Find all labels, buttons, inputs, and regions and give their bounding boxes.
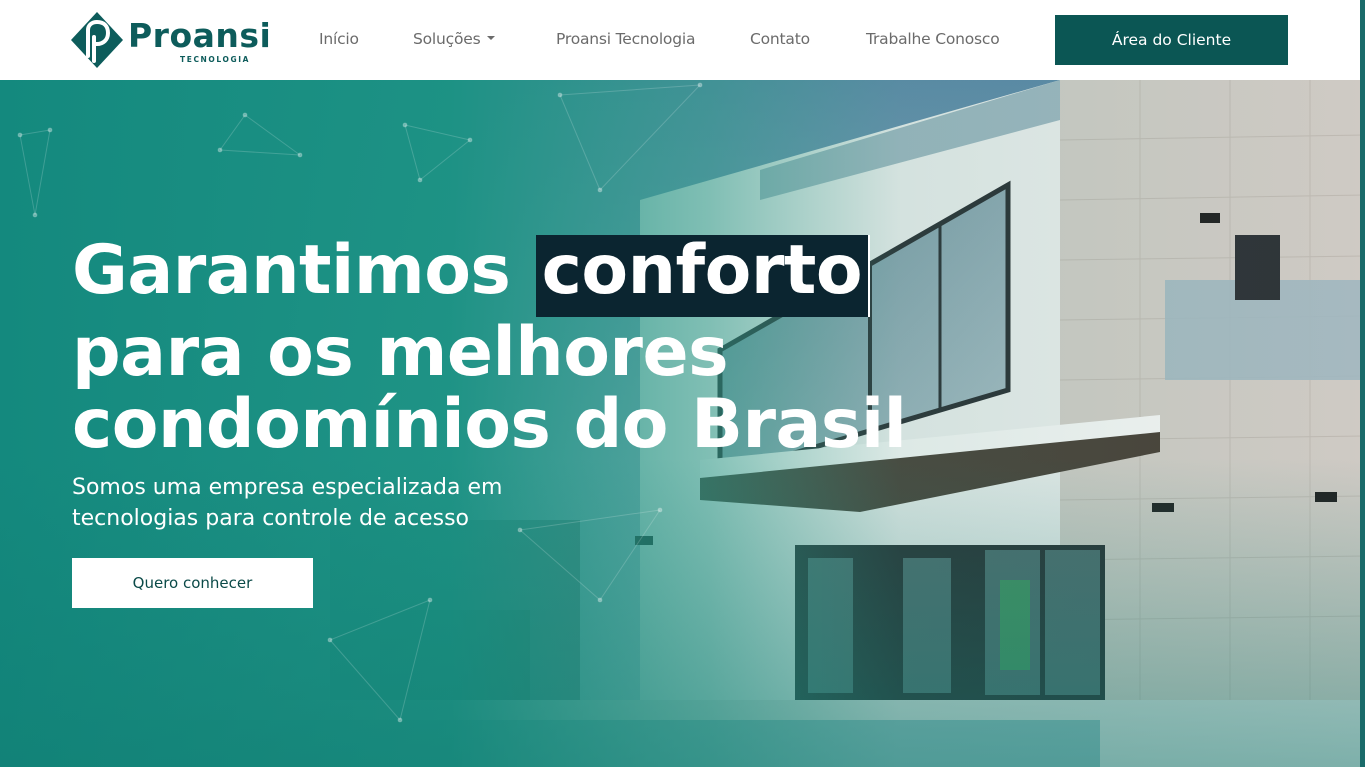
nav-item-contato[interactable]: Contato bbox=[750, 30, 810, 48]
nav-item-proansi-tecnologia[interactable]: Proansi Tecnologia bbox=[556, 30, 695, 48]
site-header: Proansi TECNOLOGIA Início Soluções Proan… bbox=[0, 0, 1365, 80]
brand-logo[interactable]: Proansi TECNOLOGIA bbox=[70, 11, 271, 69]
nav-item-solucoes[interactable]: Soluções bbox=[413, 30, 496, 48]
nav-item-label: Soluções bbox=[413, 30, 481, 48]
hero-title-line-1: Garantimos conforto bbox=[72, 235, 972, 317]
hero-title-highlight: conforto bbox=[535, 235, 871, 317]
hero-section: Garantimos conforto para os melhores con… bbox=[0, 80, 1365, 767]
hero-title-line-3: condomínios do Brasil bbox=[72, 385, 907, 464]
edge-strip bbox=[1360, 0, 1365, 767]
nav-item-inicio[interactable]: Início bbox=[319, 30, 359, 48]
caret-down-icon bbox=[487, 35, 496, 40]
cta-quero-conhecer-button[interactable]: Quero conhecer bbox=[72, 558, 313, 608]
hero-title-line-2: para os melhores bbox=[72, 313, 729, 392]
hero-subtitle: Somos uma empresa especializada em tecno… bbox=[72, 472, 592, 534]
hero-title: Garantimos conforto para os melhores con… bbox=[72, 235, 972, 461]
brand-tagline: TECNOLOGIA bbox=[180, 55, 251, 64]
hero-subtitle-line-1: Somos uma empresa especializada em bbox=[72, 475, 503, 500]
proansi-logo-icon bbox=[71, 12, 123, 68]
client-area-button[interactable]: Área do Cliente bbox=[1055, 15, 1288, 65]
hero-subtitle-line-2: tecnologias para controle de acesso bbox=[72, 506, 469, 531]
nav-item-trabalhe-conosco[interactable]: Trabalhe Conosco bbox=[866, 30, 1000, 48]
hero-title-part-1: Garantimos bbox=[72, 231, 534, 310]
brand-name: Proansi bbox=[128, 16, 272, 55]
